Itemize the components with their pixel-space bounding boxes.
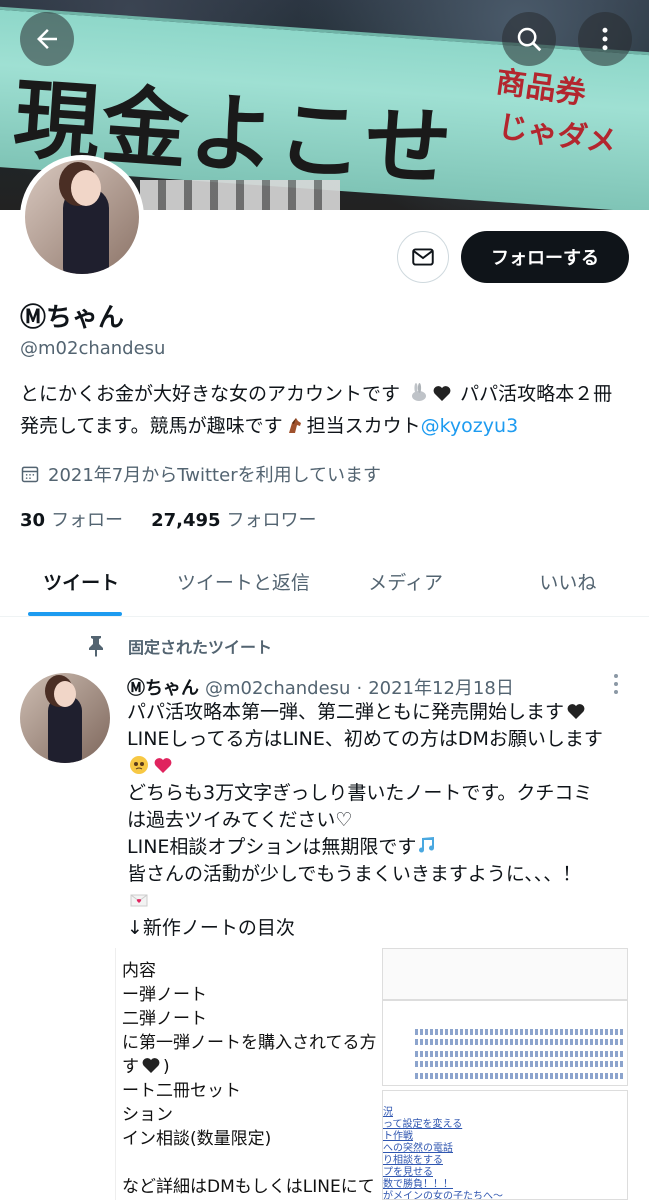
more-options-button[interactable] (578, 12, 632, 66)
tweet-line: は過去ツイみてください♡ (127, 809, 353, 831)
love-letter-emoji-icon (130, 894, 148, 907)
image-link-line: がメインの女の子たちへ〜 (383, 1191, 503, 1200)
tab-tweets-and-replies[interactable]: ツイートと返信 (162, 547, 324, 616)
image-faux-text (415, 1073, 623, 1079)
banner-crosswalk (140, 180, 340, 210)
bio-text-1: とにかくお金が大好きな女のアカウントです (20, 383, 401, 405)
following-link[interactable]: 30 フォロー (20, 506, 123, 532)
bio-text-3: 担当スカウト (306, 415, 421, 437)
sparkling-heart-emoji-icon (154, 758, 172, 773)
tweet-author-avatar[interactable] (20, 673, 110, 763)
black-heart-emoji-icon (433, 386, 451, 401)
tab-likes[interactable]: いいね (487, 547, 649, 616)
pinned-indicator: 固定されたツイート (86, 634, 272, 658)
tweet-header: Ⓜちゃん @m02chandesu · 2021年12月18日 (127, 674, 514, 700)
arrow-left-icon (37, 29, 57, 49)
image-faux-text (415, 1051, 623, 1057)
tweet-author-handle[interactable]: @m02chandesu (205, 678, 350, 699)
image-text-line: ート二冊セット (122, 1081, 241, 1101)
profile-bio: とにかくお金が大好きな女のアカウントです パパ活攻略本２冊発売してます。競馬が趣… (20, 378, 620, 442)
tweet-image-2-top[interactable] (382, 948, 628, 1000)
tweet-author-name[interactable]: Ⓜちゃん (127, 678, 199, 699)
image-faux-text (415, 1061, 623, 1067)
image-text-line: 二弾ノート (122, 1009, 207, 1029)
avatar-head (54, 681, 76, 707)
tweet-line-emoji (127, 753, 627, 780)
image-text-line: など詳細はDMもしくはLINEにて (122, 1172, 377, 1197)
tab-tweets[interactable]: ツイート (0, 547, 162, 616)
tweet-line: パパ活攻略本第一弾、第二弾ともに発売開始します (127, 699, 627, 726)
tweet-line-emoji (127, 888, 627, 915)
image-faux-text (415, 1029, 623, 1035)
tweet-more-button[interactable] (606, 670, 626, 698)
search-button[interactable] (502, 12, 556, 66)
image-text-line: イン相談(数量限定) (122, 1129, 272, 1149)
follow-stats: 30 フォロー 27,495 フォロワー (20, 506, 317, 532)
tweet-date[interactable]: 2021年12月18日 (368, 678, 514, 699)
follow-button[interactable]: フォローする (461, 231, 629, 283)
image-text-line: ー弾ノート (122, 985, 207, 1005)
image-text-line: に第一弾ノートを購入されてる方は (122, 1033, 377, 1053)
tab-media[interactable]: メディア (325, 547, 487, 616)
image-faux-text (415, 1039, 623, 1045)
pleading-face-emoji-icon (130, 756, 148, 774)
tweet-image-2-middle[interactable] (382, 1000, 628, 1086)
rabbit-emoji-icon (412, 383, 427, 401)
image-text-line: す) (122, 1057, 170, 1077)
pinned-label: 固定されたツイート (128, 638, 273, 657)
black-heart-emoji-icon (142, 1058, 160, 1073)
profile-tabs: ツイート ツイートと返信 メディア いいね (0, 547, 649, 617)
musical-notes-emoji-icon (419, 837, 435, 853)
following-label: フォロー (51, 510, 124, 531)
tweet-image-2-bottom[interactable]: 況 って設定を変える ト作戦 への突然の電話 り相談をする プを見せる 数で勝負… (382, 1090, 628, 1200)
followers-count: 27,495 (151, 510, 221, 531)
tweet-line: LINEしってる方はLINE、初めての方はDMお願いします (127, 728, 603, 750)
joined-date: 2021年7月からTwitterを利用しています (20, 461, 381, 487)
followers-link[interactable]: 27,495 フォロワー (151, 506, 316, 532)
tweet-text: パパ活攻略本第一弾、第二弾ともに発売開始します LINEしってる方はLINE、初… (127, 699, 627, 942)
followers-label: フォロワー (226, 510, 317, 531)
tweet-line: 皆さんの活動が少しでもうまくいきますように、、、！ (127, 863, 582, 885)
back-button[interactable] (20, 12, 74, 66)
display-name: Ⓜちゃん (20, 303, 125, 333)
tweet-line: どちらも3万文字ぎっしり書いたノートです。クチコミ (127, 782, 593, 804)
tweet-line: LINE相談オプションは無期限です (127, 834, 627, 861)
tweet-separator: · (356, 678, 363, 699)
avatar-head (71, 170, 101, 206)
image-text-line: ション (122, 1105, 173, 1125)
pin-icon (89, 636, 103, 657)
joined-text: 2021年7月からTwitterを利用しています (48, 465, 382, 486)
search-icon (517, 27, 542, 52)
following-count: 30 (20, 510, 46, 531)
black-heart-emoji-icon (567, 704, 585, 719)
horse-emoji-icon (288, 418, 301, 433)
more-vertical-icon (602, 27, 608, 51)
tweet-line: ↓新作ノートの目次 (127, 917, 295, 939)
calendar-icon (21, 466, 39, 483)
user-handle: @m02chandesu (20, 338, 166, 359)
bio-mention-link[interactable]: @kyozyu3 (421, 415, 519, 437)
tweet-image-1[interactable]: 内容 ー弾ノート 二弾ノート に第一弾ノートを購入されてる方は す) ート二冊セ… (115, 948, 377, 1200)
message-button[interactable] (397, 231, 449, 283)
envelope-icon (412, 248, 434, 266)
profile-avatar[interactable] (20, 155, 144, 279)
image-text-line: 内容 (122, 961, 156, 981)
